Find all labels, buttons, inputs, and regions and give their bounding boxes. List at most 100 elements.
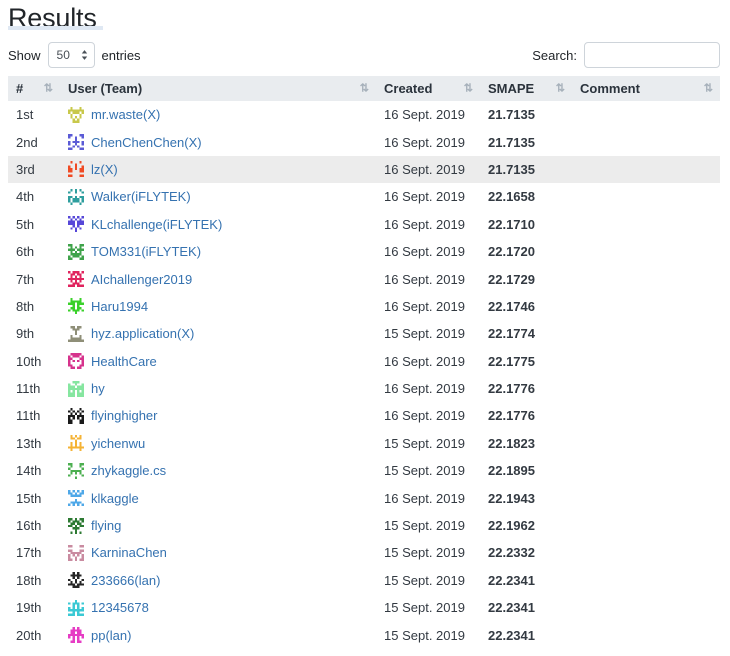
avatar (68, 106, 91, 123)
table-row[interactable]: 15th klkaggle 16 Sept. 2019 22.1943 (8, 484, 720, 511)
row-team: (iFLYTEK) (162, 216, 223, 232)
row-user-link[interactable]: flying (91, 518, 121, 533)
row-created: 16 Sept. 2019 (384, 107, 465, 123)
row-user-link[interactable]: hyz.application (91, 326, 177, 341)
column-header-created[interactable]: Created ⇅ (376, 76, 480, 101)
row-user-link[interactable]: flyinghigher (91, 408, 158, 423)
table-row[interactable]: 6th TOM331 (iFLYTEK) 16 Sept. 2019 22.1720 (8, 238, 720, 265)
row-smape: 22.1720 (488, 244, 535, 260)
avatar (68, 490, 91, 507)
table-row[interactable]: 20th pp (lan) 15 Sept. 2019 22.2341 (8, 621, 720, 648)
table-row[interactable]: 19th 12345678 15 Sept. 2019 22.2341 (8, 594, 720, 621)
row-smape: 22.1775 (488, 353, 535, 369)
row-user-link[interactable]: ChenChenChen (91, 135, 184, 150)
row-created: 16 Sept. 2019 (384, 381, 465, 397)
sort-both-icon: ⇅ (555, 82, 565, 94)
row-user-link[interactable]: AIchallenger2019 (91, 272, 192, 287)
row-smape: 21.7135 (488, 134, 535, 150)
page-length-menu: Show 50 entries (8, 40, 141, 70)
row-user-link[interactable]: klkaggle (91, 491, 139, 506)
row-team: (iFLYTEK) (141, 244, 202, 260)
row-team: (X) (143, 107, 161, 123)
row-comment (572, 238, 720, 265)
row-comment (572, 512, 720, 539)
column-header-comment[interactable]: Comment ⇅ (572, 76, 720, 101)
row-rank: 11th (16, 408, 41, 424)
column-header-user[interactable]: User (Team) ⇅ (60, 76, 376, 101)
table-row[interactable]: 5th KLchallenge (iFLYTEK) 16 Sept. 2019 22.… (8, 211, 720, 238)
row-user-link[interactable]: yichenwu (91, 436, 145, 451)
row-smape: 22.1658 (488, 189, 535, 205)
row-user-link[interactable]: HealthCare (91, 354, 157, 369)
table-row[interactable]: 1st mr.waste (X) 16 Sept. 2019 21.7135 (8, 101, 720, 128)
row-user-link[interactable]: mr.waste (91, 107, 143, 122)
row-user-link[interactable]: Haru1994 (91, 299, 148, 314)
chevron-updown-icon (81, 49, 88, 60)
avatar (68, 407, 91, 424)
row-user-cell: lz (X) (60, 155, 376, 184)
avatar (68, 298, 91, 315)
row-rank: 5th (16, 216, 35, 232)
row-comment (572, 320, 720, 347)
row-user-link[interactable]: zhykaggle.cs (91, 463, 166, 478)
row-smape: 22.1962 (488, 518, 535, 534)
avatar (68, 462, 91, 479)
row-rank: 10th (16, 353, 42, 369)
results-page: Results Show 50 entries Search: # ⇅ User… (0, 0, 730, 656)
table-row[interactable]: 11th flyinghigher 16 Sept. 2019 22.1776 (8, 402, 720, 429)
row-comment (572, 265, 720, 292)
row-smape: 22.2341 (488, 627, 535, 643)
row-comment (572, 594, 720, 621)
row-comment (572, 402, 720, 429)
row-comment (572, 348, 720, 375)
sort-both-icon: ⇅ (463, 82, 473, 94)
table-row[interactable]: 9th hyz.application (X) 15 Sept. 2019 22.17… (8, 320, 720, 347)
table-row[interactable]: 10th HealthCare 16 Sept. 2019 22.1775 (8, 348, 720, 375)
page-length-select[interactable]: 50 (47, 42, 95, 68)
table-row[interactable]: 8th Haru1994 16 Sept. 2019 22.1746 (8, 293, 720, 320)
row-user-link[interactable]: 12345678 (91, 600, 149, 615)
row-user-link[interactable]: hy (91, 381, 105, 396)
row-comment (572, 567, 720, 594)
column-header-rank[interactable]: # ⇅ (8, 76, 60, 101)
table-row[interactable]: 14th zhykaggle.cs 15 Sept. 2019 22.1895 (8, 457, 720, 484)
table-row[interactable]: 18th 233666 (lan) 15 Sept. 2019 22.2341 (8, 567, 720, 594)
row-team: (X) (184, 134, 202, 150)
table-row[interactable]: 3rd lz (X) 16 Sept. 2019 21.7135 (8, 155, 720, 184)
row-user-link[interactable]: lz (91, 162, 100, 177)
row-user-link[interactable]: 233666 (91, 573, 134, 588)
avatar (68, 544, 91, 561)
row-rank: 8th (16, 298, 35, 314)
row-rank: 14th (16, 463, 42, 479)
row-user-link[interactable]: Walker (91, 189, 131, 204)
row-user-link[interactable]: KLchallenge (91, 217, 163, 232)
table-row[interactable]: 13th yichenwu 15 Sept. 2019 22.1823 (8, 430, 720, 457)
results-table: # ⇅ User (Team) ⇅ Created ⇅ SMAPE ⇅ Comm… (8, 76, 720, 649)
avatar (68, 380, 91, 397)
row-created: 16 Sept. 2019 (384, 189, 465, 205)
column-header-smape-label: SMAPE (488, 81, 535, 96)
avatar (68, 627, 91, 644)
row-rank: 1st (16, 107, 34, 123)
table-row[interactable]: 16th flying 15 Sept. 2019 22.1962 (8, 512, 720, 539)
row-smape: 22.1710 (488, 216, 535, 232)
row-user-link[interactable]: KarninaChen (91, 545, 167, 560)
row-rank: 17th (16, 545, 42, 561)
table-row[interactable]: 17th KarninaChen 15 Sept. 2019 22.2332 (8, 539, 720, 566)
row-user-link[interactable]: pp (91, 628, 105, 643)
table-row[interactable]: 7th AIchallenger2019 16 Sept. 2019 22.1729 (8, 265, 720, 292)
avatar (68, 188, 91, 205)
row-comment (572, 128, 720, 155)
row-user-link[interactable]: TOM331 (91, 244, 141, 259)
row-rank: 18th (16, 572, 42, 588)
row-smape: 22.1746 (488, 298, 535, 314)
search-input[interactable] (584, 42, 720, 68)
row-created: 16 Sept. 2019 (384, 353, 465, 369)
column-header-smape[interactable]: SMAPE ⇅ (480, 76, 572, 101)
row-smape: 22.1823 (488, 435, 535, 451)
table-row[interactable]: 4th Walker (iFLYTEK) 16 Sept. 2019 22.1658 (8, 183, 720, 210)
row-user-cell: hyz.application (X) (60, 320, 376, 347)
sort-both-icon: ⇅ (43, 82, 53, 94)
table-row[interactable]: 2nd ChenChenChen (X) 16 Sept. 2019 21.7135 (8, 128, 720, 155)
table-row[interactable]: 11th hy 16 Sept. 2019 22.1776 (8, 375, 720, 402)
